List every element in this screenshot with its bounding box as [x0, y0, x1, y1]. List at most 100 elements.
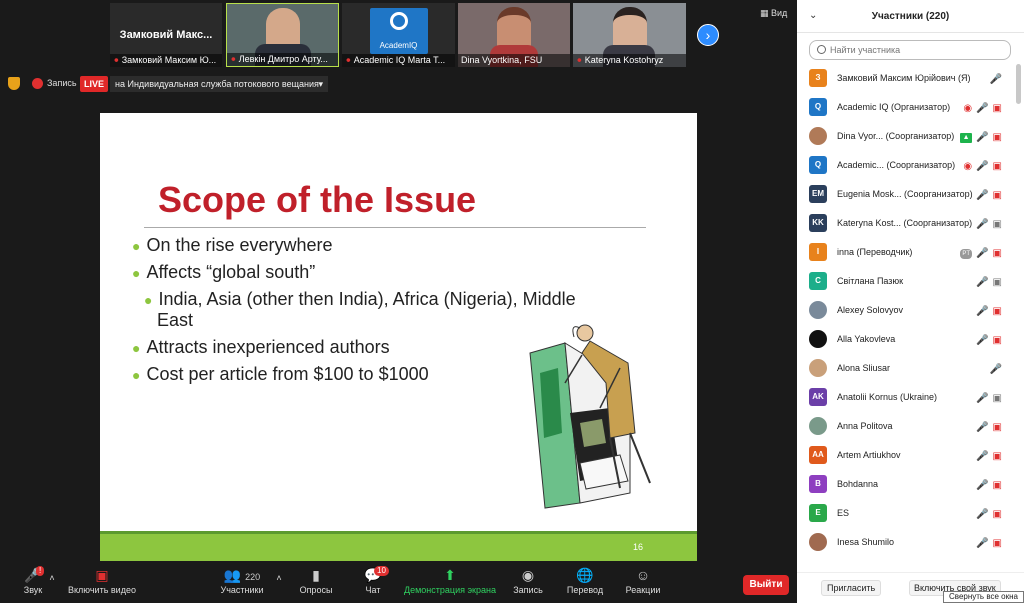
search-box[interactable] [809, 40, 1011, 60]
video-tile[interactable]: AcademIQ ⚫ Academic IQ Marta T... [342, 3, 455, 67]
globe-icon: 🌐 [576, 567, 594, 583]
mic-off-icon[interactable]: 🎤 [976, 102, 988, 116]
participants-button[interactable]: 👥 220 Участники [218, 567, 266, 595]
camera-off-icon[interactable]: ▣ [993, 160, 1002, 174]
participant-row[interactable]: E ES 🎤 ▣ [797, 499, 1012, 528]
search-input[interactable] [830, 43, 1005, 57]
camera-on-icon[interactable]: ▣ [993, 392, 1002, 406]
mic-off-icon[interactable]: 🎤 [976, 218, 988, 232]
polls-button[interactable]: ▮ Опросы [296, 567, 336, 595]
mic-off-icon[interactable]: 🎤 [976, 508, 988, 522]
panel-scrollbar[interactable] [1016, 64, 1021, 104]
participant-name: inna (Переводчик) [837, 247, 913, 257]
mic-off-icon[interactable]: 🎤 [990, 363, 1002, 377]
participant-status-icons: 🎤 ▣ [972, 274, 1002, 288]
avatar: З [809, 69, 827, 87]
avatar: E [809, 504, 827, 522]
bullet-icon: ● [132, 238, 141, 254]
camera-off-icon[interactable]: ▣ [993, 334, 1002, 348]
tile-name: Замковий Максим Ю... [121, 55, 217, 65]
share-screen-button[interactable]: ⬆ Демонстрация экрана [404, 567, 496, 595]
camera-on-icon[interactable]: ▣ [993, 276, 1002, 290]
mic-off-icon[interactable]: 🎤 [976, 189, 988, 203]
chat-button[interactable]: 💬 10 Чат [358, 566, 389, 595]
camera-off-icon[interactable]: ▣ [993, 102, 1002, 116]
panel-title: Участники (220) [871, 11, 950, 22]
tile-name-label: ⚫ Замковий Максим Ю... [110, 54, 222, 67]
participant-row[interactable]: AK Anatolii Kornus (Ukraine) 🎤 ▣ [797, 383, 1012, 412]
chevron-up-icon: ˄ [49, 573, 55, 583]
mic-off-icon[interactable]: 🎤 [976, 305, 988, 319]
meeting-main-area: Замковий Макс... ⚫ Замковий Максим Ю... ⚫… [0, 0, 797, 603]
participant-row[interactable]: Inesa Shumilo 🎤 ▣ [797, 528, 1012, 557]
mic-off-icon[interactable]: 🎤 [976, 450, 988, 464]
camera-off-icon[interactable]: ▣ [993, 189, 1002, 203]
participant-name: Anna Politova [837, 421, 893, 431]
mic-off-icon: ⚫ [230, 55, 237, 64]
participant-row[interactable]: Anna Politova 🎤 ▣ [797, 412, 1012, 441]
camera-off-icon[interactable]: ▣ [993, 450, 1002, 464]
translate-button[interactable]: 🌐 Перевод [564, 567, 606, 595]
video-button[interactable]: ▣ Включить видео [66, 567, 138, 595]
participants-options-chevron[interactable]: ˄ [274, 573, 284, 583]
camera-off-icon[interactable]: ▣ [993, 479, 1002, 493]
participant-row[interactable]: Iinna (Переводчик) PT 🎤 ▣ [797, 238, 1012, 267]
participant-row[interactable]: З Замковий Максим Юрійович (Я) 🎤 [797, 64, 1012, 93]
participant-row[interactable]: Q Academic IQ (Организатор) ◉ 🎤 ▣ [797, 93, 1012, 122]
participant-row[interactable]: Alona Sliusar 🎤 [797, 354, 1012, 383]
mic-on-icon[interactable]: 🎤 [976, 247, 988, 261]
stream-dropdown[interactable]: на Индивидуальная служба потокового веща… [110, 76, 328, 92]
video-tile[interactable]: ⚫ Kateryna Kostohryz [573, 3, 686, 67]
mic-off-icon[interactable]: 🎤 [976, 421, 988, 435]
bullet-text: Affects “global south” [146, 262, 316, 282]
participant-row[interactable]: Dina Vyor... (Соорганизатор) ▲ 🎤 ▣ [797, 122, 1012, 151]
participant-name: Dina Vyor... (Соорганизатор) [837, 131, 955, 141]
participant-row[interactable]: Q Academic... (Соорганизатор) ◉ 🎤 ▣ [797, 151, 1012, 180]
mic-off-icon[interactable]: 🎤 [976, 392, 988, 406]
sound-button[interactable]: 🎤! Звук [16, 566, 50, 595]
participant-row[interactable]: С Світлана Пазюк 🎤 ▣ [797, 267, 1012, 296]
participant-row[interactable]: AA Artem Artiukhov 🎤 ▣ [797, 441, 1012, 470]
camera-off-icon[interactable]: ▣ [993, 305, 1002, 319]
participant-name: Kateryna Kost... (Соорганизатор) [837, 218, 973, 228]
mic-off-icon[interactable]: 🎤 [976, 479, 988, 493]
participant-row[interactable]: B Bohdanna 🎤 ▣ [797, 470, 1012, 499]
camera-off-icon[interactable]: ▣ [993, 537, 1002, 551]
view-button[interactable]: ▦ Вид [760, 8, 787, 19]
participant-row[interactable]: EM Eugenia Mosk... (Соорганизатор) 🎤 ▣ [797, 180, 1012, 209]
sound-options-chevron[interactable]: ˄ [46, 573, 58, 583]
academiq-logo: AcademIQ [369, 8, 428, 54]
camera-off-icon[interactable]: ▣ [993, 421, 1002, 435]
participant-name: Anatolii Kornus (Ukraine) [837, 392, 938, 402]
avatar [809, 301, 827, 319]
chevron-right-icon[interactable]: › [697, 24, 719, 46]
participant-status-icons: 🎤 ▣ [972, 332, 1002, 346]
camera-off-icon[interactable]: ▣ [993, 247, 1002, 261]
mic-off-icon[interactable]: 🎤 [976, 334, 988, 348]
recording-bar: Запись LIVE на Индивидуальная служба пот… [0, 74, 797, 94]
mic-off-icon[interactable]: 🎤 [976, 276, 988, 290]
tile-name-label: ⚫ Kateryna Kostohryz [573, 54, 686, 67]
invite-button[interactable]: Пригласить [821, 580, 882, 596]
record-button[interactable]: ◉ Запись [510, 567, 546, 595]
mic-off-icon[interactable]: 🎤 [976, 537, 988, 551]
video-tile[interactable]: Dina Vyortkina, FSU [458, 3, 570, 67]
video-tile[interactable]: Замковий Макс... ⚫ Замковий Максим Ю... [110, 3, 222, 67]
mic-off-icon[interactable]: 🎤 [976, 160, 988, 174]
shield-icon[interactable] [8, 77, 20, 90]
participant-name: Bohdanna [837, 479, 879, 489]
camera-off-icon[interactable]: ▣ [993, 131, 1002, 145]
video-tile-active[interactable]: ⚫ Левкін Дмитро Арту... [226, 3, 339, 67]
slide-bullet: ● Cost per article from $100 to $1000 [132, 364, 429, 385]
camera-on-icon[interactable]: ▣ [993, 218, 1002, 232]
record-icon: ◉ [963, 102, 973, 114]
mic-on-icon[interactable]: 🎤 [976, 131, 988, 145]
leave-button[interactable]: Выйти [743, 575, 789, 595]
camera-off-icon[interactable]: ▣ [993, 508, 1002, 522]
participant-row[interactable]: KK Kateryna Kost... (Соорганизатор) 🎤 ▣ [797, 209, 1012, 238]
participant-row[interactable]: Alexey Solovyov 🎤 ▣ [797, 296, 1012, 325]
participant-row[interactable]: Alla Yakovleva 🎤 ▣ [797, 325, 1012, 354]
mic-off-icon[interactable]: 🎤 [990, 73, 1002, 87]
mic-off-icon: ⚫ [113, 56, 120, 65]
reactions-button[interactable]: ☺ Реакции [622, 567, 664, 595]
